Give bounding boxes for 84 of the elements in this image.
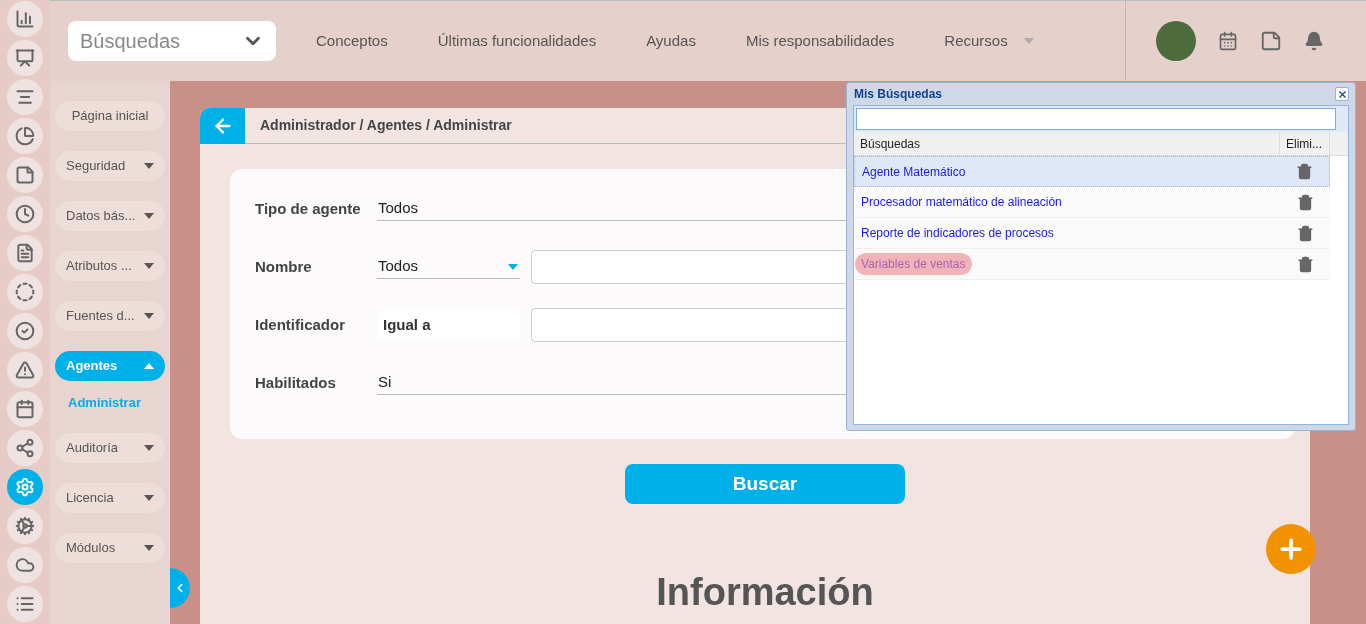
breadcrumb: Administrador / Agentes / Administrar (260, 116, 512, 135)
rail-button[interactable] (7, 40, 43, 76)
avatar[interactable] (1156, 21, 1196, 61)
bell-icon[interactable] (1304, 31, 1324, 51)
caret-icon (144, 163, 154, 169)
rail-button[interactable] (7, 352, 43, 388)
field-label: Identificador (255, 314, 346, 335)
field-label: Nombre (255, 256, 313, 277)
sidebar-item[interactable]: Auditoría (55, 432, 165, 463)
rail-button[interactable] (7, 196, 43, 232)
nav-link[interactable]: Ayudas (646, 29, 696, 53)
nav-link[interactable]: Conceptos (316, 29, 388, 53)
caret-icon (1023, 38, 1034, 44)
sidebar-item[interactable]: Seguridad (55, 151, 165, 181)
rail-button[interactable] (7, 79, 43, 115)
table-row[interactable]: Reporte de indicadores de procesos (854, 218, 1330, 249)
dashed-circle-icon (15, 282, 35, 302)
lines-icon (15, 87, 35, 107)
list-icon (15, 594, 35, 614)
search-link[interactable]: Reporte de indicadores de procesos (855, 222, 1060, 244)
section-title: Información (656, 570, 874, 615)
caret-icon (144, 263, 154, 269)
operator-label: Igual a (377, 311, 520, 339)
clock-icon (15, 204, 35, 224)
caret-icon (508, 263, 518, 270)
column-header[interactable]: Elimi... (1280, 132, 1330, 155)
sidebar-item[interactable]: Página inicial (55, 101, 165, 131)
document-icon (15, 243, 35, 263)
caret-icon (144, 213, 154, 219)
cloud-icon (15, 555, 35, 575)
field-label: Habilitados (255, 372, 337, 393)
rail-button[interactable] (7, 430, 43, 466)
rail-button[interactable] (7, 118, 43, 154)
rail-button[interactable] (7, 235, 43, 271)
rail-button[interactable] (7, 547, 43, 583)
trash-icon[interactable] (1296, 193, 1314, 211)
column-header[interactable]: Búsquedas (854, 132, 1280, 155)
caret-icon (144, 444, 154, 451)
rail-button[interactable] (7, 313, 43, 349)
table-row[interactable]: Procesador matemático de alineación (854, 187, 1330, 218)
check-icon (15, 321, 35, 341)
rail-button[interactable] (7, 274, 43, 310)
caret-icon (144, 544, 154, 551)
presentation-icon (15, 48, 35, 68)
trash-icon[interactable] (1296, 255, 1314, 273)
caret-icon (144, 494, 154, 501)
caret-icon (144, 363, 154, 369)
rail-button[interactable] (7, 586, 43, 622)
rail-button[interactable] (7, 157, 43, 193)
pie-chart-icon (15, 126, 35, 146)
rail-button[interactable] (7, 391, 43, 427)
caret-icon (144, 313, 154, 319)
rail-button[interactable] (7, 1, 43, 37)
note-icon (15, 165, 35, 185)
rail-button[interactable] (7, 508, 43, 544)
close-icon (1336, 88, 1348, 100)
nav-link[interactable]: Recursos (944, 29, 1034, 53)
sidebar-item[interactable]: Licencia (55, 482, 165, 513)
warning-icon (15, 360, 35, 380)
bar-chart-icon (15, 9, 35, 29)
field-label: Tipo de agente (255, 198, 362, 219)
table-row[interactable]: Agente Matemático (854, 156, 1330, 187)
search-field[interactable] (856, 108, 1336, 130)
trash-icon[interactable] (1296, 224, 1314, 242)
sidebar-item[interactable]: Fuentes d... (55, 301, 165, 331)
trash-icon[interactable] (1295, 163, 1313, 180)
calendar-icon[interactable] (1218, 31, 1238, 51)
network-icon (15, 438, 35, 458)
back-button[interactable] (200, 107, 245, 144)
select-field[interactable]: Todos (377, 255, 520, 279)
close-button[interactable] (1335, 87, 1349, 101)
dialog-title: Mis Búsquedas (854, 86, 943, 103)
sidebar-item[interactable]: Datos bás... (55, 201, 165, 231)
rail-button[interactable] (7, 469, 43, 505)
settings-icon (15, 477, 35, 497)
search-select[interactable]: Búsquedas (68, 21, 276, 61)
calendar-icon (15, 399, 35, 419)
sidebar-item[interactable]: Atributos ... (55, 251, 165, 281)
note-icon[interactable] (1260, 30, 1282, 52)
sidebar-item[interactable]: Módulos (55, 532, 165, 563)
nav-link[interactable]: Mis responsabilidades (745, 29, 895, 53)
gears-icon (15, 516, 35, 536)
search-link[interactable]: Agente Matemático (856, 161, 972, 183)
nav-link[interactable]: Últimas funcionalidades (437, 29, 597, 53)
